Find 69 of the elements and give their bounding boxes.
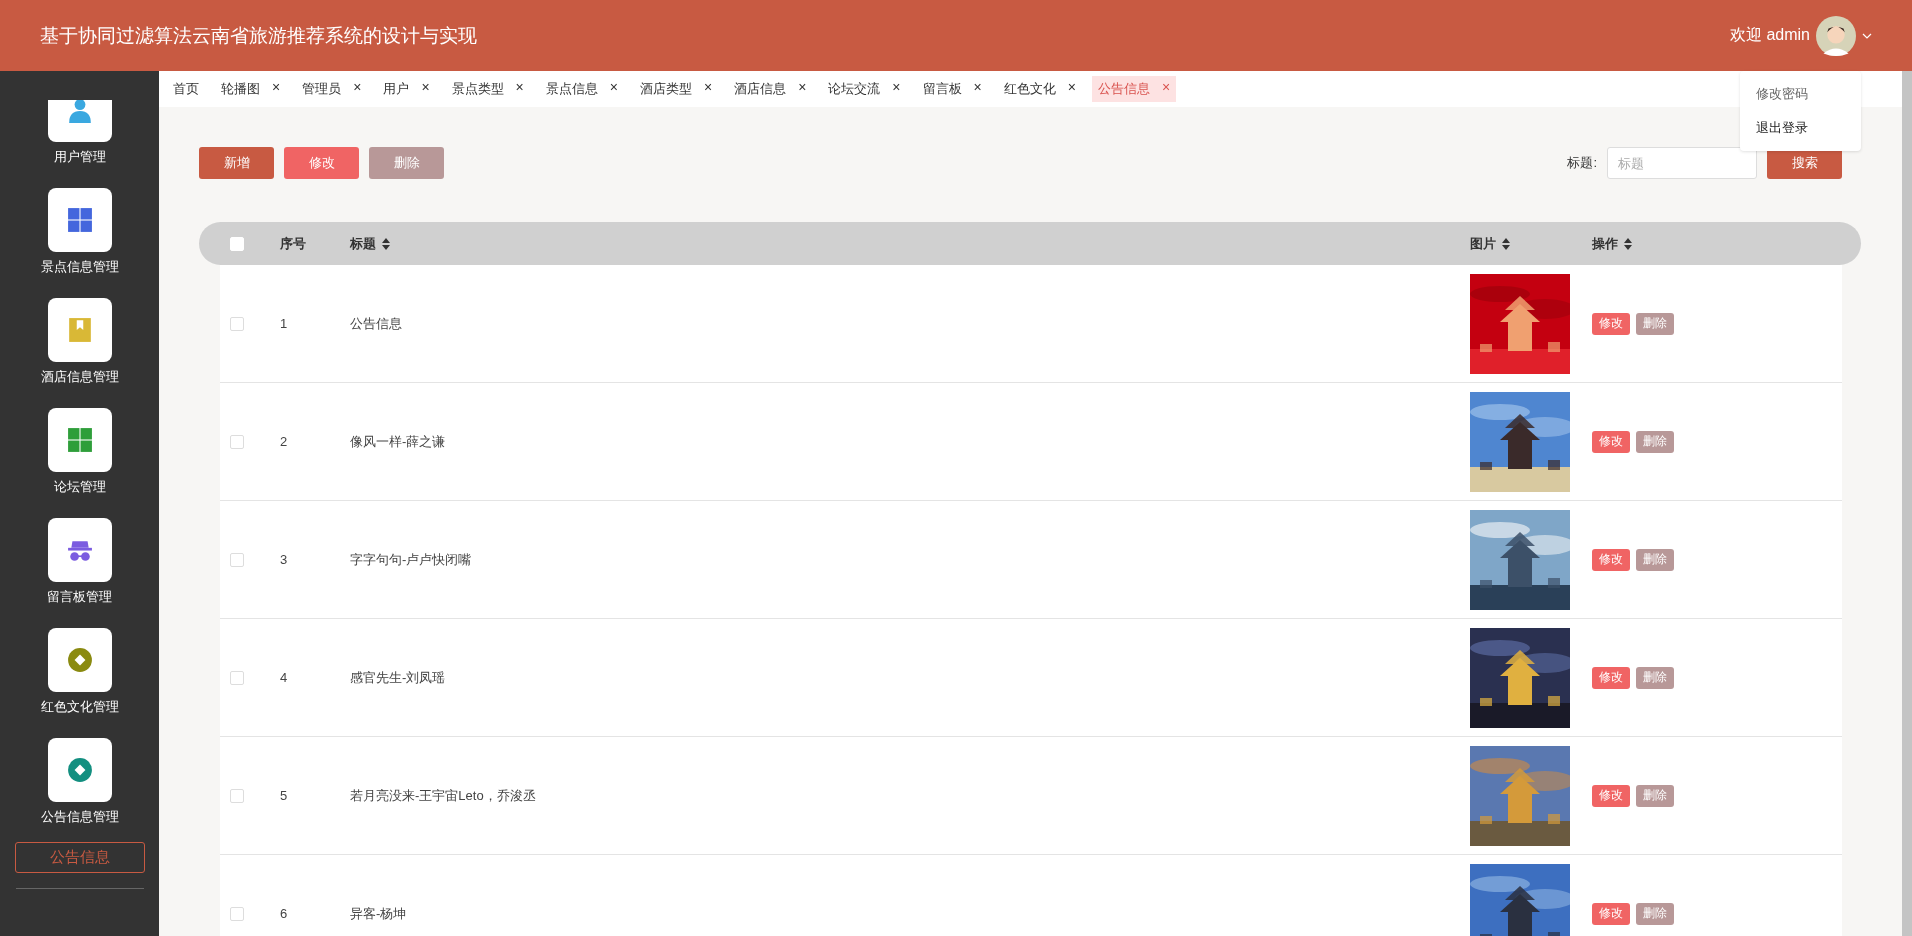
close-icon[interactable]: ×: [421, 80, 430, 98]
tab[interactable]: 留言板 ×: [916, 76, 988, 102]
close-icon[interactable]: ×: [1067, 80, 1076, 98]
menu-icon-tile[interactable]: [47, 298, 112, 362]
table-cell: 异客-杨坤: [350, 905, 407, 921]
menu-icon-tile[interactable]: [47, 738, 112, 802]
tab[interactable]: 轮播图 ×: [215, 76, 287, 102]
tab[interactable]: 景点类型 ×: [445, 76, 530, 102]
row-checkbox[interactable]: [230, 670, 244, 685]
table-cell: 感官先生-刘凤瑶: [350, 669, 446, 685]
sort-icon[interactable]: [382, 237, 390, 250]
table-cell: 2: [280, 434, 288, 449]
table-cell: 3: [280, 552, 288, 567]
close-icon[interactable]: ×: [609, 80, 618, 98]
row-checkbox[interactable]: [230, 316, 244, 331]
close-icon[interactable]: ×: [353, 80, 362, 98]
table-cell: 5: [280, 788, 288, 803]
menu-item[interactable]: 退出登录: [1740, 111, 1861, 145]
table-cell: 像风一样-薛之谦: [350, 433, 446, 449]
add-button[interactable]: 新增: [199, 147, 274, 179]
sort-icon[interactable]: [1624, 237, 1632, 250]
tab[interactable]: 红色文化 ×: [997, 76, 1082, 102]
table-cell: 6: [280, 906, 288, 921]
sidebar-item[interactable]: 公告信息管理: [40, 808, 119, 826]
tab[interactable]: 论坛交流 ×: [822, 76, 907, 102]
menu-icon-tile[interactable]: [47, 518, 112, 582]
close-icon[interactable]: ×: [272, 80, 281, 98]
tab[interactable]: 酒店类型 ×: [633, 76, 719, 102]
tab[interactable]: 首页: [167, 76, 205, 102]
sidebar-item[interactable]: 用户管理: [53, 148, 106, 166]
table-cell: 4: [280, 670, 288, 685]
tab[interactable]: 景点信息 ×: [539, 76, 624, 102]
close-icon[interactable]: ×: [973, 80, 982, 98]
table-cell: 1: [280, 316, 288, 331]
column-header[interactable]: 标题: [350, 234, 376, 253]
row-checkbox[interactable]: [230, 788, 244, 803]
menu-item[interactable]: 修改密码: [1740, 77, 1861, 111]
sidebar-item[interactable]: 红色文化管理: [40, 698, 119, 716]
sidebar-item[interactable]: 论坛管理: [53, 478, 106, 496]
sidebar-item[interactable]: 留言板管理: [47, 588, 112, 606]
search-field[interactable]: 标题: [1607, 147, 1757, 179]
search-label: 标题:: [1567, 154, 1597, 172]
select-all-checkbox[interactable]: [230, 236, 244, 251]
row-checkbox[interactable]: [230, 552, 244, 567]
welcome-text: 欢迎 admin: [1729, 25, 1810, 45]
tab[interactable]: 酒店信息 ×: [728, 76, 813, 102]
column-header[interactable]: 图片: [1470, 234, 1496, 253]
tab[interactable]: 用户 ×: [377, 76, 436, 102]
menu-icon-tile[interactable]: [47, 408, 112, 472]
caret-icon[interactable]: [1862, 32, 1872, 39]
table-cell: 公告信息: [350, 315, 402, 331]
sort-icon[interactable]: [1502, 237, 1510, 250]
sidebar-item[interactable]: 景点信息管理: [40, 258, 119, 276]
row-checkbox[interactable]: [230, 906, 244, 921]
table-cell: 若月亮没来-王宇宙Leto，乔浚丞: [350, 787, 536, 803]
avatar-icon[interactable]: [1816, 15, 1856, 56]
row-checkbox[interactable]: [230, 434, 244, 449]
close-icon[interactable]: ×: [515, 80, 524, 98]
menu-icon-tile[interactable]: [47, 628, 112, 692]
sidebar-item[interactable]: 酒店信息管理: [40, 368, 119, 386]
app-title: 基于协同过滤算法云南省旅游推荐系统的设计与实现: [40, 23, 477, 48]
column-header[interactable]: 序号: [280, 234, 306, 253]
close-icon[interactable]: ×: [892, 80, 901, 98]
menu-icon-tile[interactable]: [47, 188, 112, 252]
table-cell: 字字句句-卢卢快闭嘴: [350, 551, 472, 567]
close-icon[interactable]: ×: [798, 80, 807, 98]
column-header[interactable]: 操作: [1592, 234, 1618, 253]
close-icon[interactable]: ×: [703, 80, 713, 98]
tab[interactable]: 管理员 ×: [296, 76, 368, 102]
